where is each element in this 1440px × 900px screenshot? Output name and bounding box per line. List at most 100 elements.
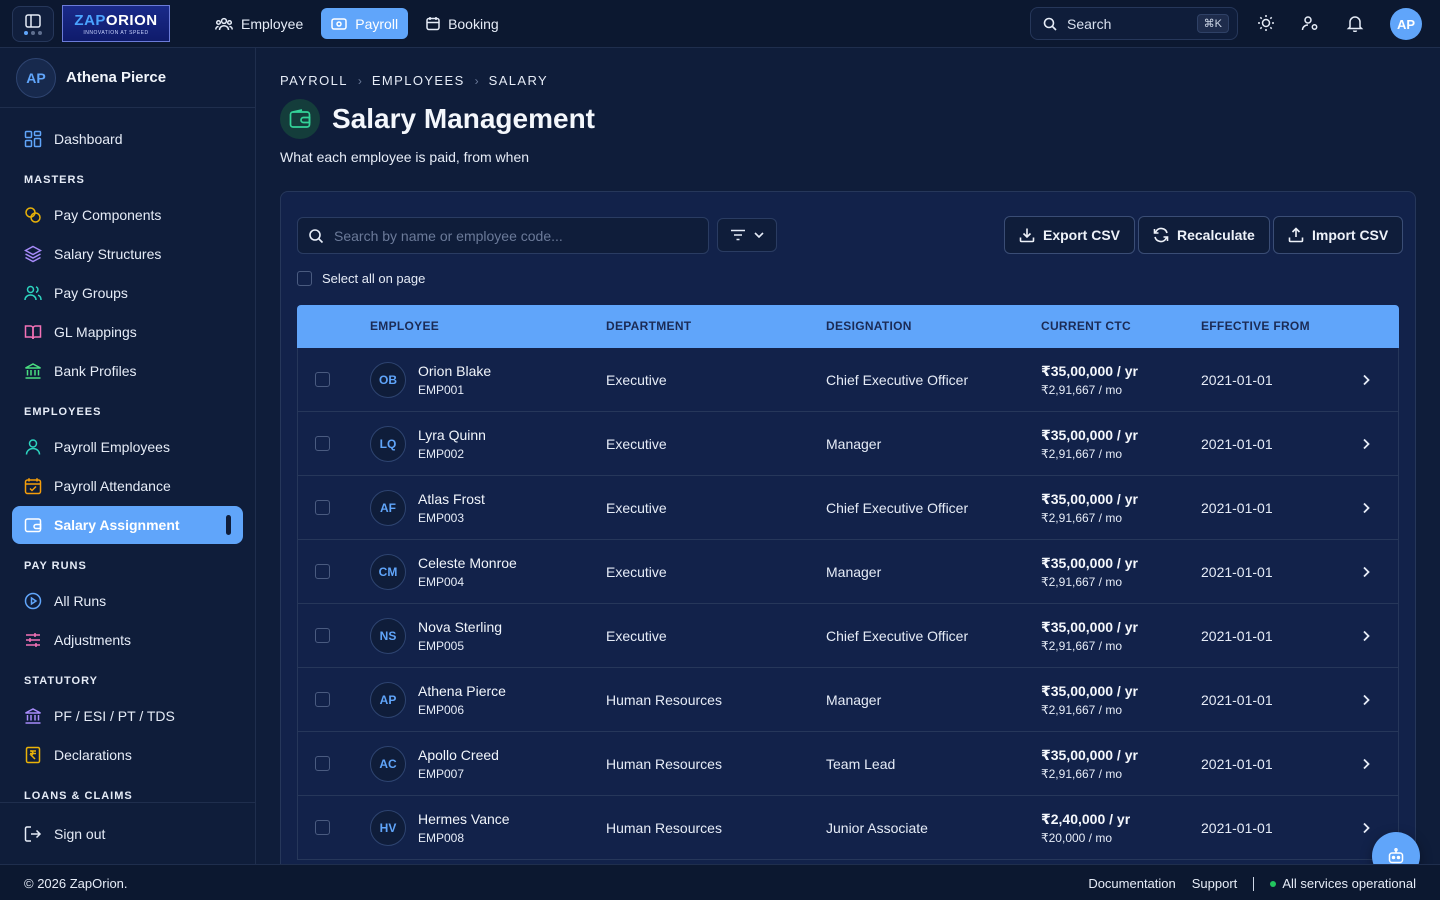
chevron-right-icon[interactable] (1358, 628, 1374, 644)
breadcrumb-employees[interactable]: EMPLOYEES (372, 73, 465, 88)
top-nav-payroll[interactable]: Payroll (321, 8, 409, 39)
chevron-right-icon[interactable] (1358, 820, 1374, 836)
row-checkbox[interactable] (315, 500, 330, 515)
refresh-icon (1153, 227, 1169, 243)
global-search[interactable]: Search ⌘K (1030, 7, 1238, 40)
employee-search-input[interactable]: Search by name or employee code... (297, 217, 709, 254)
effective-from: 2021-01-01 (1201, 564, 1273, 580)
sidebar-item-payroll-employees[interactable]: Payroll Employees (12, 428, 243, 466)
sidebar-item-dashboard[interactable]: Dashboard (12, 120, 243, 158)
sun-icon[interactable] (1257, 14, 1275, 32)
sidebar: AP Athena Pierce Dashboard MASTERS Pay C… (0, 48, 256, 864)
sidebar-item-bank-profiles[interactable]: Bank Profiles (12, 352, 243, 390)
documentation-link[interactable]: Documentation (1088, 876, 1175, 891)
top-nav-employee[interactable]: Employee (205, 8, 313, 39)
avatar: CM (370, 554, 406, 590)
signout-button[interactable]: Sign out (12, 815, 243, 853)
table-row[interactable]: AC Apollo Creed EMP007 Human Resources Team … (297, 732, 1399, 796)
chevron-right-icon[interactable] (1358, 436, 1374, 452)
upload-icon (1288, 227, 1304, 243)
table-row[interactable]: HV Hermes Vance EMP008 Human Resources Junio… (297, 796, 1399, 860)
wallet-icon (24, 518, 42, 533)
employee-code: EMP006 (418, 703, 465, 717)
section-masters: MASTERS (24, 174, 85, 186)
recalculate-button[interactable]: Recalculate (1138, 216, 1270, 254)
table-row[interactable]: AF Atlas Frost EMP003 Executive Chief Execut… (297, 476, 1399, 540)
user-avatar[interactable]: AP (1390, 8, 1422, 40)
table-row[interactable]: CM Celeste Monroe EMP004 Executive Manager ₹3… (297, 540, 1399, 604)
sidebar-item-statutory[interactable]: PF / ESI / PT / TDS (12, 697, 243, 735)
avatar: HV (370, 810, 406, 846)
table-row[interactable]: OB Orion Blake EMP001 Executive Chief Execut… (297, 348, 1399, 412)
section-pay-runs: PAY RUNS (24, 560, 87, 572)
chevron-right-icon[interactable] (1358, 372, 1374, 388)
department: Executive (606, 500, 667, 516)
column-designation[interactable]: DESIGNATION (826, 319, 912, 333)
sidebar-item-salary-assignment[interactable]: Salary Assignment (12, 506, 243, 544)
top-nav-booking[interactable]: Booking (416, 8, 509, 39)
row-checkbox[interactable] (315, 820, 330, 835)
sidebar-item-gl-mappings[interactable]: GL Mappings (12, 313, 243, 351)
chevron-right-icon[interactable] (1358, 692, 1374, 708)
effective-from: 2021-01-01 (1201, 756, 1273, 772)
avatar: OB (370, 362, 406, 398)
employee-name: Orion Blake (418, 363, 492, 379)
employee-code: EMP003 (418, 511, 465, 525)
user-settings-icon[interactable] (1301, 14, 1319, 32)
ctc-yearly: ₹35,00,000 / yr (1041, 619, 1138, 635)
page-subtitle: What each employee is paid, from when (280, 149, 530, 165)
select-all-checkbox[interactable] (297, 271, 312, 286)
group-icon (24, 285, 42, 301)
service-status[interactable]: All services operational (1270, 876, 1416, 891)
search-icon (309, 228, 324, 243)
column-employee[interactable]: EMPLOYEE (370, 319, 439, 333)
row-checkbox[interactable] (315, 564, 330, 579)
sidebar-user[interactable]: AP Athena Pierce (0, 48, 255, 108)
bell-icon[interactable] (1346, 14, 1364, 32)
user-icon (25, 439, 41, 455)
status-dot-icon (1270, 880, 1277, 887)
row-checkbox[interactable] (315, 436, 330, 451)
row-checkbox[interactable] (315, 756, 330, 771)
zaporion-logo[interactable]: ZAPORION INNOVATION AT SPEED (62, 5, 170, 42)
employee-name: Atlas Frost (418, 491, 485, 507)
sidebar-item-all-runs[interactable]: All Runs (12, 582, 243, 620)
column-current-ctc[interactable]: CURRENT CTC (1041, 319, 1131, 333)
row-checkbox[interactable] (315, 372, 330, 387)
select-all-on-page[interactable]: Select all on page (297, 271, 425, 286)
support-link[interactable]: Support (1192, 876, 1238, 891)
ctc-yearly: ₹35,00,000 / yr (1041, 363, 1138, 379)
row-checkbox[interactable] (315, 628, 330, 643)
sidebar-item-pay-components[interactable]: Pay Components (12, 196, 243, 234)
ctc-monthly: ₹20,000 / mo (1041, 831, 1113, 845)
chevron-right-icon[interactable] (1358, 564, 1374, 580)
table-row[interactable]: LQ Lyra Quinn EMP002 Executive Manager ₹35,00… (297, 412, 1399, 476)
table-row[interactable]: NS Nova Sterling EMP005 Executive Chief Exec… (297, 604, 1399, 668)
table-row[interactable]: AP Athena Pierce EMP006 Human Resources Mana… (297, 668, 1399, 732)
employee-code: EMP007 (418, 767, 465, 781)
title-row: Salary Management (280, 99, 595, 139)
export-csv-button[interactable]: Export CSV (1004, 216, 1136, 254)
sidebar-toggle-button[interactable] (12, 6, 54, 42)
ctc-yearly: ₹2,40,000 / yr (1041, 811, 1131, 827)
sidebar-item-payroll-attendance[interactable]: Payroll Attendance (12, 467, 243, 505)
ctc-monthly: ₹2,91,667 / mo (1041, 703, 1123, 717)
effective-from: 2021-01-01 (1201, 500, 1273, 516)
avatar: LQ (370, 426, 406, 462)
avatar: AP (370, 682, 406, 718)
sidebar-item-adjustments[interactable]: Adjustments (12, 621, 243, 659)
import-csv-button[interactable]: Import CSV (1273, 216, 1404, 254)
avatar: AC (370, 746, 406, 782)
breadcrumb-payroll[interactable]: PAYROLL (280, 73, 348, 88)
sidebar-item-declarations[interactable]: Declarations (12, 736, 243, 774)
chevron-right-icon[interactable] (1358, 756, 1374, 772)
sidebar-item-salary-structures[interactable]: Salary Structures (12, 235, 243, 273)
copyright: © 2026 ZapOrion. (24, 876, 128, 891)
sidebar-item-pay-groups[interactable]: Pay Groups (12, 274, 243, 312)
row-checkbox[interactable] (315, 692, 330, 707)
column-department[interactable]: DEPARTMENT (606, 319, 691, 333)
chevron-right-icon[interactable] (1358, 500, 1374, 516)
column-effective-from[interactable]: EFFECTIVE FROM (1201, 319, 1310, 333)
filter-dropdown-button[interactable] (717, 218, 777, 252)
employee-name: Athena Pierce (418, 683, 506, 699)
